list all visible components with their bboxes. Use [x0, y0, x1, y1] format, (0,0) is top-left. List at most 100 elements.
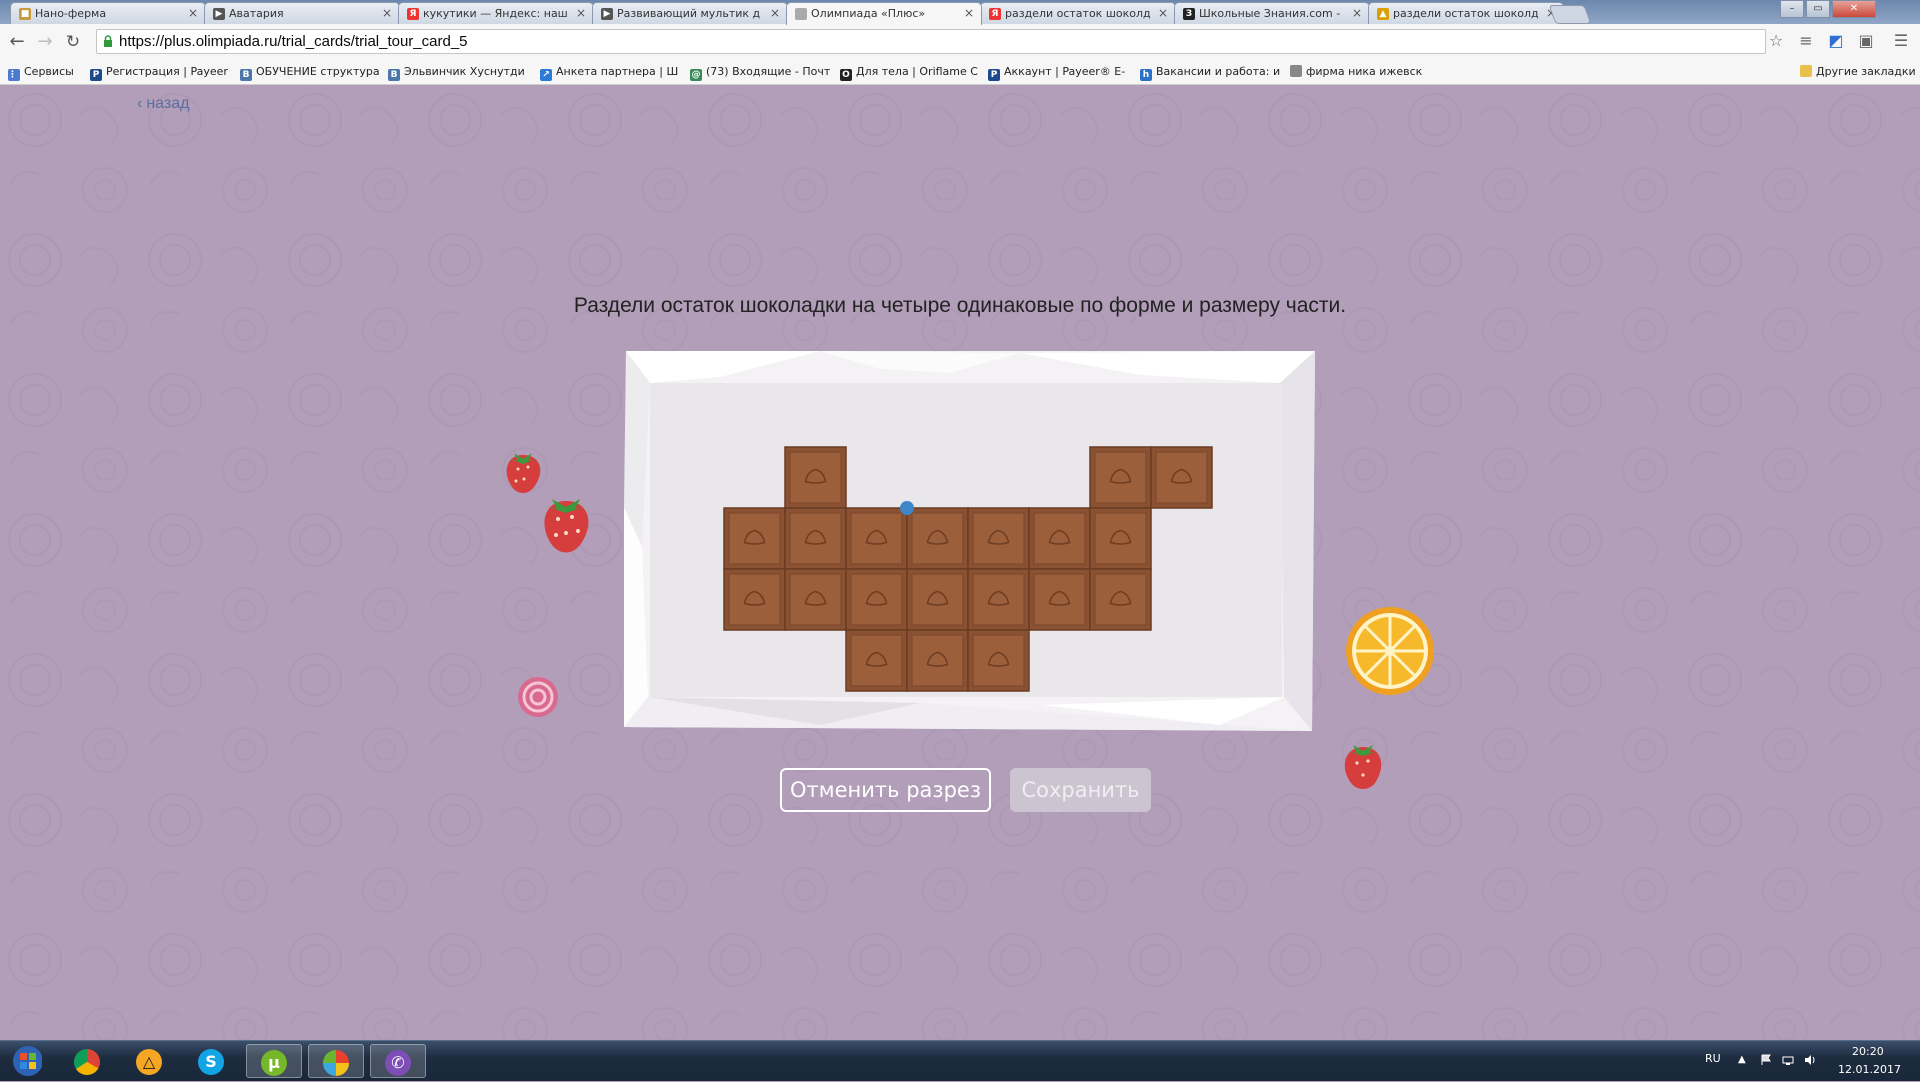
- bookmark-item[interactable]: ↗ Анкета партнера | Ш: [540, 65, 678, 81]
- clock-date[interactable]: 12.01.2017: [1838, 1063, 1901, 1076]
- bookmark-item[interactable]: ⋮⋮Сервисы: [8, 65, 74, 81]
- bookmark-item[interactable]: @ (73) Входящие - Почт: [690, 65, 830, 81]
- tab-title: Аватария: [229, 7, 284, 20]
- chocolate-piece[interactable]: [784, 568, 847, 631]
- chocolate-piece[interactable]: [967, 629, 1030, 692]
- close-tab-icon[interactable]: ×: [188, 6, 198, 20]
- mail-icon: @: [690, 69, 702, 81]
- chocolate-piece[interactable]: [906, 568, 969, 631]
- close-tab-icon[interactable]: ×: [576, 6, 586, 20]
- browser-tab[interactable]: ▲раздели остаток шоколд×: [1368, 2, 1564, 24]
- chocolate-piece[interactable]: [906, 629, 969, 692]
- extension-icon[interactable]: ≡: [1795, 30, 1817, 52]
- volume-icon[interactable]: [1804, 1054, 1816, 1066]
- chocolate-piece[interactable]: [906, 507, 969, 570]
- tab-title: раздели остаток шоколд: [1393, 7, 1539, 20]
- bookmark-item[interactable]: O Для тела | Oriflame C: [840, 65, 978, 81]
- new-tab-button[interactable]: [1548, 5, 1592, 24]
- translate-icon[interactable]: ◩: [1825, 30, 1847, 52]
- chocolate-piece[interactable]: [845, 507, 908, 570]
- yandex-icon: [1290, 65, 1302, 77]
- browser-tab[interactable]: Яраздели остаток шоколд ×: [980, 2, 1176, 24]
- close-tab-icon[interactable]: ×: [964, 6, 974, 20]
- close-tab-icon[interactable]: ×: [382, 6, 392, 20]
- chocolate-piece[interactable]: [1089, 568, 1152, 631]
- clock-time[interactable]: 20:20: [1852, 1045, 1884, 1058]
- browser-tab[interactable]: Олимпиада «Плюс» ×: [786, 2, 982, 25]
- tab-title: Развивающий мультик д: [617, 7, 761, 20]
- folder-icon: [1800, 65, 1812, 77]
- back-link[interactable]: ‹ назад: [137, 95, 189, 113]
- chocolate-piece[interactable]: [723, 507, 786, 570]
- taskbar-utorrent[interactable]: µ: [246, 1044, 302, 1078]
- tab-title: кукутики — Яндекс: наш: [423, 7, 568, 20]
- chocolate-piece[interactable]: [1028, 568, 1091, 631]
- chocolate-piece[interactable]: [723, 568, 786, 631]
- strawberry-icon: [544, 499, 589, 553]
- star-icon[interactable]: ☆: [1765, 30, 1787, 52]
- minimize-button[interactable]: –: [1780, 0, 1804, 18]
- chocolate-piece[interactable]: [967, 507, 1030, 570]
- close-tab-icon[interactable]: ×: [1352, 6, 1362, 20]
- chocolate-piece[interactable]: [784, 507, 847, 570]
- cancel-cut-button[interactable]: Отменить разрез: [780, 768, 991, 812]
- avast-icon: △: [136, 1049, 162, 1075]
- close-window-button[interactable]: ✕: [1832, 0, 1876, 18]
- chocolate-piece[interactable]: [1089, 507, 1152, 570]
- bookmark-item[interactable]: P Аккаунт | Payeer® E-: [988, 65, 1125, 81]
- cut-point-marker[interactable]: [900, 501, 914, 515]
- taskbar-viber[interactable]: ✆: [370, 1044, 426, 1078]
- znanija-icon: З: [1183, 8, 1195, 20]
- bookmark-label: Анкета партнера | Ш: [556, 65, 679, 78]
- browser-tab[interactable]: ▶ Аватария ×: [204, 2, 400, 24]
- bookmark-label: Эльвинчик Хуснутди: [404, 65, 525, 78]
- other-bookmarks[interactable]: Другие закладки: [1800, 65, 1916, 78]
- utorrent-icon: µ: [261, 1050, 287, 1076]
- address-bar[interactable]: https://plus.olimpiada.ru/trial_cards/tr…: [96, 29, 1766, 54]
- bookmark-label: Для тела | Oriflame C: [856, 65, 978, 78]
- bookmark-item[interactable]: В Эльвинчик Хуснутди: [388, 65, 525, 81]
- maximize-button[interactable]: ▭: [1806, 0, 1830, 18]
- taskbar-paint[interactable]: [308, 1044, 364, 1078]
- browser-tab[interactable]: Якукутики — Яндекс: наш ×: [398, 2, 594, 24]
- taskbar-chrome[interactable]: [60, 1044, 116, 1078]
- other-bookmarks-label: Другие закладки: [1816, 65, 1916, 78]
- reload-icon[interactable]: ↻: [62, 31, 84, 53]
- taskbar-skype[interactable]: S: [184, 1044, 240, 1078]
- language-indicator[interactable]: RU: [1705, 1052, 1721, 1065]
- close-tab-icon[interactable]: ×: [770, 6, 780, 20]
- close-tab-icon[interactable]: ×: [1158, 6, 1168, 20]
- chocolate-piece[interactable]: [1150, 446, 1213, 509]
- taskbar-avast[interactable]: △: [122, 1044, 178, 1078]
- bookmark-item[interactable]: фирма ника ижевск: [1290, 65, 1422, 78]
- browser-tab[interactable]: ■ Нано-ферма ×: [10, 2, 206, 24]
- chocolate-piece[interactable]: [845, 629, 908, 692]
- tray-arrow-icon[interactable]: ▲: [1738, 1054, 1750, 1066]
- chocolate-piece[interactable]: [784, 446, 847, 509]
- bookmark-item[interactable]: В ОБУЧЕНИЕ структура: [240, 65, 380, 81]
- chocolate-board: [620, 347, 1320, 735]
- forward-arrow-icon[interactable]: →: [34, 31, 56, 53]
- bookmark-item[interactable]: h Вакансии и работа: и: [1140, 65, 1280, 81]
- video-icon: ▶: [601, 8, 613, 20]
- start-button[interactable]: [2, 1044, 58, 1078]
- yandex-icon: Я: [407, 8, 419, 20]
- menu-icon[interactable]: ☰: [1890, 30, 1912, 52]
- chocolate-piece[interactable]: [1089, 446, 1152, 509]
- back-arrow-icon[interactable]: ←: [6, 31, 28, 53]
- chat-icon[interactable]: ▣: [1855, 30, 1877, 52]
- bookmark-item[interactable]: P Регистрация | Payeer: [90, 65, 228, 81]
- chart-icon: ↗: [540, 69, 552, 81]
- viber-icon: ✆: [385, 1050, 411, 1076]
- network-icon[interactable]: [1782, 1054, 1794, 1066]
- browser-tab[interactable]: ▶ Развивающий мультик д ×: [592, 2, 788, 24]
- taskbar: △ S µ ✆ RU ▲ 20:20 12.01.2017: [0, 1040, 1920, 1081]
- flag-icon[interactable]: [1760, 1054, 1772, 1066]
- browser-tab[interactable]: З Школьные Знания.com - ×: [1174, 2, 1370, 24]
- bookmark-label: Вакансии и работа: и: [1156, 65, 1281, 78]
- chevron-left-icon: ‹: [137, 95, 143, 112]
- chocolate-piece[interactable]: [845, 568, 908, 631]
- chocolate-piece[interactable]: [1028, 507, 1091, 570]
- save-button[interactable]: Сохранить: [1010, 768, 1151, 812]
- chocolate-piece[interactable]: [967, 568, 1030, 631]
